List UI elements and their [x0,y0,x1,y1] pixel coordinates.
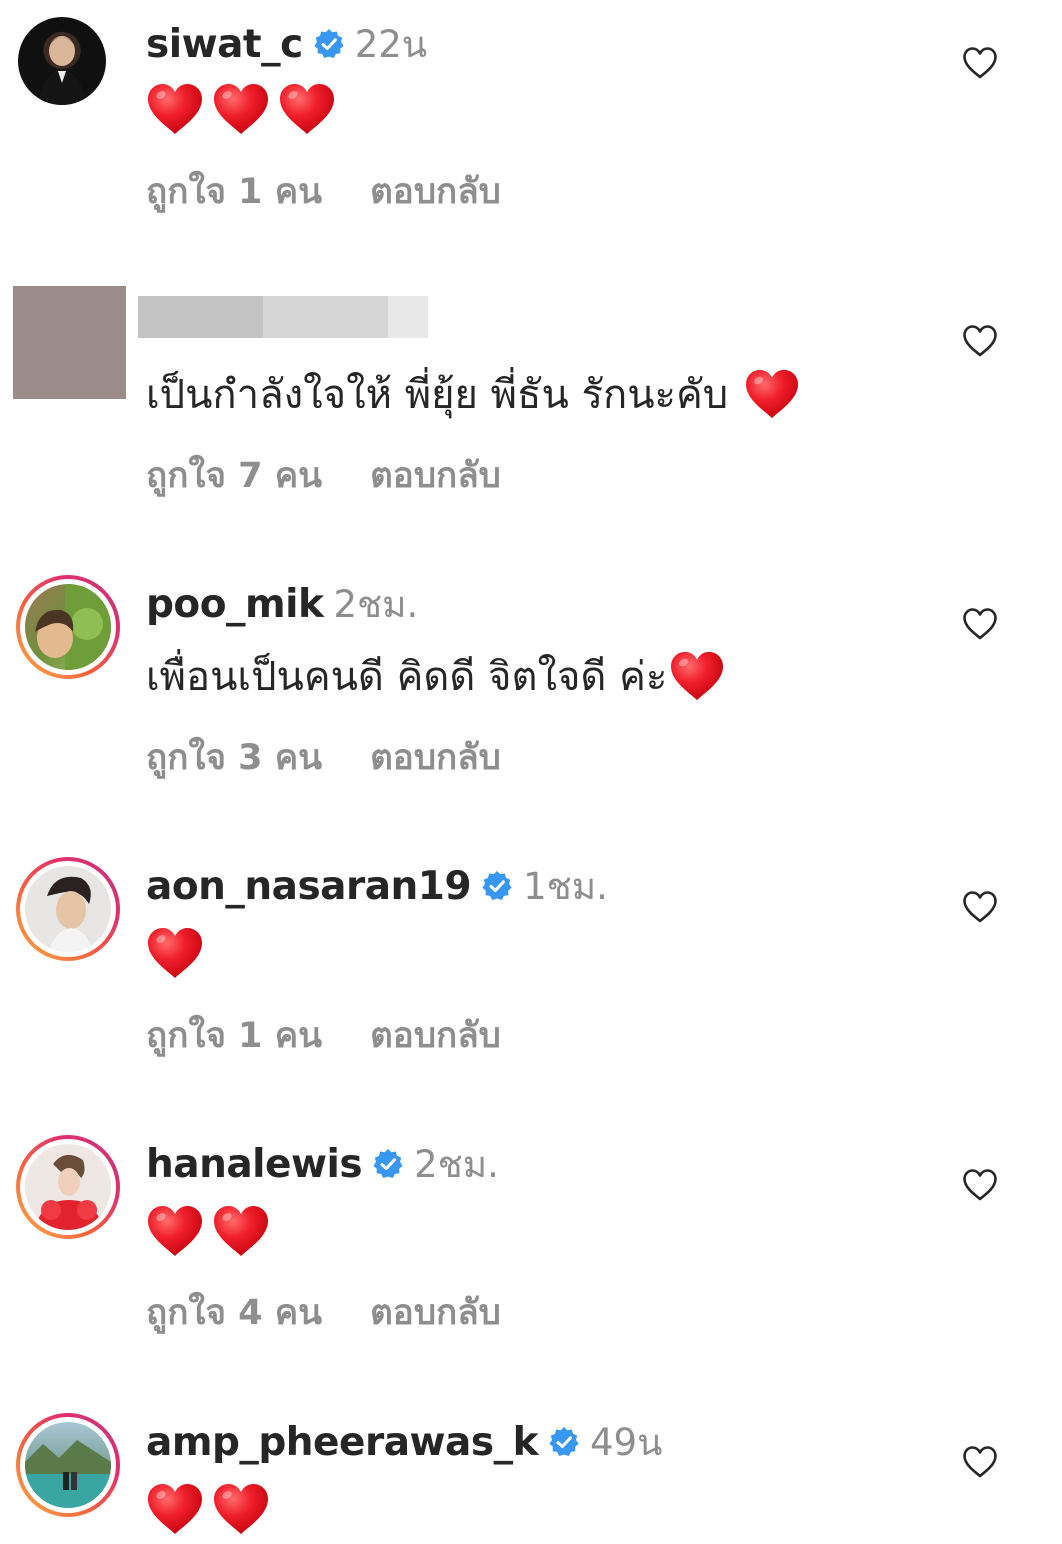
like-heart-icon[interactable] [962,607,998,641]
comment-body [146,1482,270,1536]
verified-badge-icon [313,28,345,60]
reply-button[interactable]: ตอบกลับ [370,730,501,785]
comment-body [146,1204,270,1258]
comment-body: เป็นกำลังใจให้ พี่ยุ้ย พี่ธัน รักนะคับ [146,364,800,424]
avatar[interactable] [16,857,120,961]
likes-count[interactable]: ถูกใจ 7 คน [146,448,322,503]
red-heart-emoji-icon [212,82,270,136]
red-heart-emoji-icon [146,926,204,980]
likes-count[interactable]: ถูกใจ 3 คน [146,730,322,785]
avatar[interactable] [16,575,120,679]
comment-text: เพื่อนเป็นคนดี คิดดี จิตใจดี ค่ะ [146,654,668,700]
reply-button[interactable]: ตอบกลับ [370,448,501,503]
reply-button[interactable]: ตอบกลับ [370,164,501,219]
verified-badge-icon [481,870,513,902]
like-heart-icon[interactable] [962,890,998,924]
timestamp: 49น [590,1420,663,1464]
red-heart-emoji-icon [744,368,800,420]
likes-count[interactable]: ถูกใจ 1 คน [146,164,322,219]
username[interactable]: siwat_c [146,22,303,67]
likes-count[interactable]: ถูกใจ 1 คน [146,1008,322,1063]
like-heart-icon[interactable] [962,1445,998,1479]
timestamp: 2ชม. [333,582,419,626]
red-heart-emoji-icon [146,1482,204,1536]
username[interactable]: hanalewis [146,1142,363,1187]
comment-body [146,926,204,980]
verified-badge-icon [548,1426,580,1458]
timestamp: 1ชม. [523,864,608,908]
red-heart-emoji-icon [669,650,725,702]
red-heart-emoji-icon [212,1482,270,1536]
avatar[interactable] [13,286,126,399]
red-heart-emoji-icon [278,82,336,136]
comment-body: เพื่อนเป็นคนดี คิดดี จิตใจดี ค่ะ [146,646,725,706]
avatar[interactable] [16,15,120,119]
red-heart-emoji-icon [212,1204,270,1258]
comment-body [146,82,336,136]
like-heart-icon[interactable] [962,1168,998,1202]
like-heart-icon[interactable] [962,46,998,80]
like-heart-icon[interactable] [962,324,998,358]
timestamp: 2ชม. [414,1142,499,1186]
reply-button[interactable]: ตอบกลับ [370,1008,501,1063]
timestamp: 22น [354,22,428,66]
red-heart-emoji-icon [146,82,204,136]
reply-button[interactable]: ตอบกลับ [370,1285,501,1340]
avatar[interactable] [16,1413,120,1517]
username[interactable]: poo_mik [146,582,324,627]
avatar[interactable] [16,1135,120,1239]
username[interactable]: aon_nasaran19 [146,864,472,909]
verified-badge-icon [372,1148,404,1180]
red-heart-emoji-icon [146,1204,204,1258]
likes-count[interactable]: ถูกใจ 4 คน [146,1285,322,1340]
username[interactable]: amp_pheerawas_k [146,1420,539,1465]
username-redacted [138,296,428,338]
comment-text: เป็นกำลังใจให้ พี่ยุ้ย พี่ธัน รักนะคับ [146,372,729,418]
